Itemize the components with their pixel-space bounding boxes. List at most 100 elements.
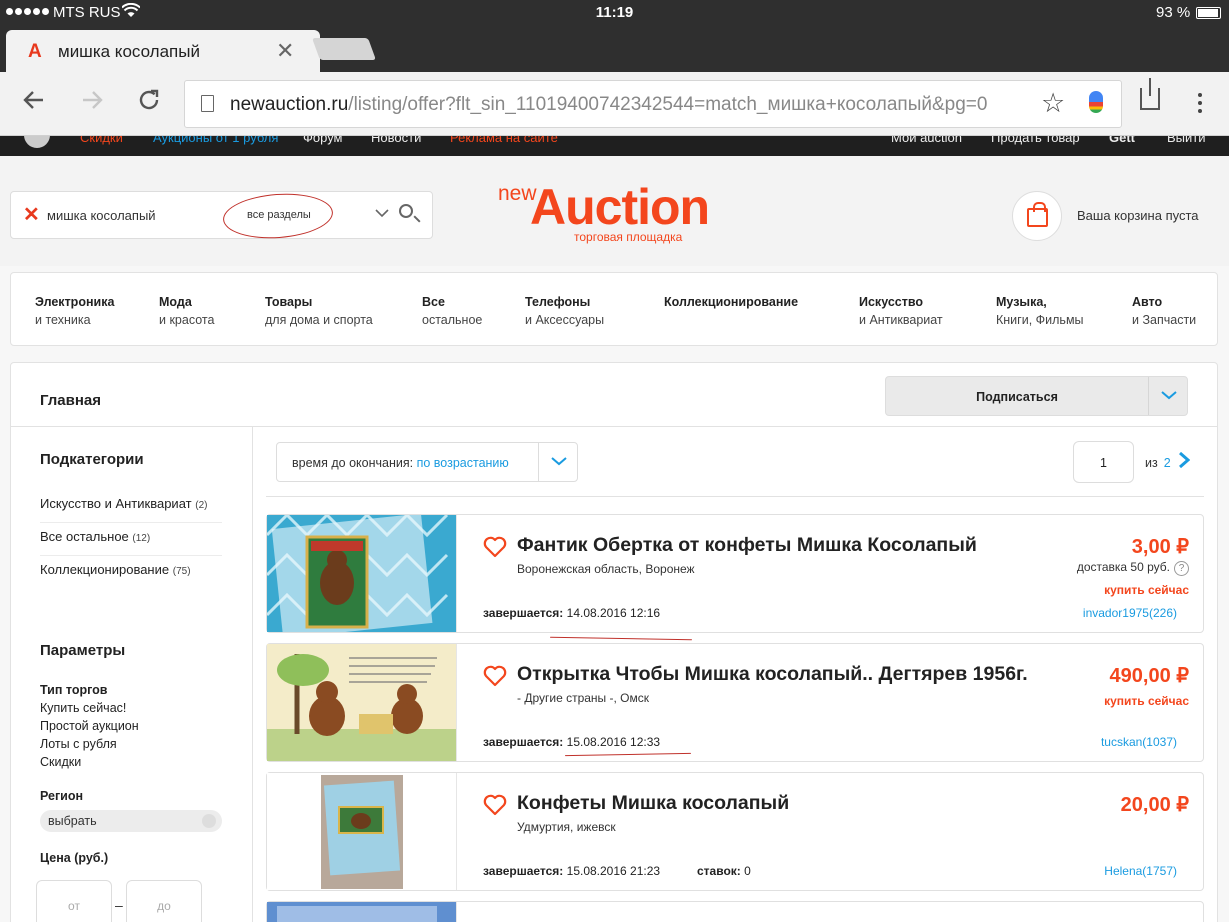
listing-image[interactable] bbox=[267, 515, 457, 632]
price-heading: Цена (руб.) bbox=[40, 851, 109, 865]
cart-status[interactable]: Ваша корзина пуста bbox=[1077, 208, 1199, 223]
page-number-input[interactable]: 1 bbox=[1073, 441, 1134, 483]
listing-card[interactable]: Открытка Чтобы Мишка косолапый.. Дегтяре… bbox=[266, 643, 1204, 762]
trade-type-discounts[interactable]: Скидки bbox=[40, 755, 81, 769]
category-auto[interactable]: Авто и Запчасти bbox=[1132, 293, 1196, 329]
category-collecting[interactable]: Коллекционирование bbox=[664, 293, 798, 311]
buy-now-link[interactable]: купить сейчас bbox=[1104, 583, 1189, 597]
region-heading: Регион bbox=[40, 789, 84, 803]
sort-select[interactable]: время до окончания: по возрастанию bbox=[276, 442, 578, 482]
listing-price: 490,00 ₽ bbox=[1109, 665, 1189, 687]
subcategory-item[interactable]: Все остальное (12) bbox=[40, 523, 222, 556]
listing-image[interactable] bbox=[267, 644, 457, 761]
browser-toolbar: newauction.ru/listing/offer?flt_sin_1101… bbox=[0, 72, 1229, 136]
listing-end-time: завершается: 14.08.2016 12:16 bbox=[483, 606, 661, 620]
nav-link-sell[interactable]: Продать товар bbox=[991, 136, 1080, 145]
back-arrow-icon[interactable] bbox=[22, 88, 46, 116]
category-media[interactable]: Музыка, Книги, Фильмы bbox=[996, 293, 1084, 329]
seller-link[interactable]: invador1975(226) bbox=[1083, 606, 1177, 620]
search-icon[interactable] bbox=[399, 204, 413, 218]
region-select[interactable]: выбрать bbox=[40, 810, 222, 832]
listing-card[interactable]: Конфеты Мишка косолапый Удмуртия, ижевск… bbox=[266, 772, 1204, 891]
reload-icon[interactable] bbox=[137, 88, 161, 116]
seller-link[interactable]: tucskan(1037) bbox=[1101, 735, 1177, 749]
nav-link-ads[interactable]: Реклама на сайте bbox=[450, 136, 558, 145]
divider bbox=[266, 496, 1204, 497]
buy-now-link[interactable]: купить сейчас bbox=[1104, 694, 1189, 708]
listing-end-time: завершается: 15.08.2016 21:23 bbox=[483, 864, 661, 878]
divider bbox=[11, 426, 1217, 427]
subscribe-label: Подписаться bbox=[976, 390, 1058, 404]
nav-link-user[interactable]: Gett bbox=[1109, 136, 1135, 145]
nav-link-news[interactable]: Новости bbox=[371, 136, 421, 145]
sort-label: время до окончания: по возрастанию bbox=[292, 456, 509, 470]
site-logo-icon[interactable] bbox=[24, 136, 50, 148]
search-box[interactable]: ✕ мишка косолапый все разделы bbox=[10, 190, 433, 242]
battery-icon bbox=[1196, 7, 1221, 19]
page-count: из 2 bbox=[1145, 456, 1171, 470]
category-art[interactable]: Искусство и Антиквариат bbox=[859, 293, 943, 329]
address-bar[interactable]: newauction.ru/listing/offer?flt_sin_1101… bbox=[184, 80, 1122, 128]
subcategories-heading: Подкатегории bbox=[40, 451, 144, 468]
site-favicon-icon: A bbox=[28, 41, 42, 62]
search-input[interactable]: мишка косолапый bbox=[47, 208, 156, 223]
bookmark-star-icon[interactable]: ☆ bbox=[1041, 88, 1065, 119]
listing-image[interactable] bbox=[267, 902, 457, 922]
listing-image[interactable] bbox=[267, 773, 457, 890]
ios-status-bar: MTS RUS 11:19 93 % bbox=[0, 0, 1229, 26]
category-electronics[interactable]: Электроника и техника bbox=[35, 293, 114, 329]
listing-delivery: доставка 50 руб.? bbox=[1077, 560, 1189, 576]
trade-type-buy-now[interactable]: Купить сейчас! bbox=[40, 701, 126, 715]
trade-type-simple[interactable]: Простой аукцион bbox=[40, 719, 139, 733]
listing-title[interactable]: Открытка Чтобы Мишка косолапый.. Дегтяре… bbox=[517, 663, 1028, 686]
browser-tab-active[interactable]: A мишка косолапый ✕ bbox=[6, 30, 320, 72]
seller-link[interactable]: Helena(1757) bbox=[1104, 864, 1177, 878]
help-icon[interactable]: ? bbox=[1174, 561, 1189, 576]
listing-title[interactable]: Конфеты Мишка косолапый bbox=[517, 792, 789, 815]
nav-link-discounts[interactable]: Скидки bbox=[80, 136, 123, 145]
share-icon[interactable] bbox=[1140, 78, 1160, 110]
site-top-nav: Скидки Аукционы от 1 рубля Форум Новости… bbox=[0, 136, 1229, 156]
clear-search-icon[interactable]: ✕ bbox=[23, 202, 40, 227]
favorite-heart-icon[interactable] bbox=[483, 794, 507, 818]
logo-tagline: торговая площадка bbox=[574, 230, 683, 244]
category-home[interactable]: Товары для дома и спорта bbox=[265, 293, 373, 329]
chevron-down-icon[interactable] bbox=[538, 443, 578, 481]
parameters-heading: Параметры bbox=[40, 642, 126, 659]
close-tab-icon[interactable]: ✕ bbox=[276, 38, 294, 64]
nav-link-auctions[interactable]: Аукционы от 1 рубля bbox=[153, 136, 278, 145]
next-page-icon[interactable] bbox=[1178, 449, 1191, 475]
logo-auction-text: Auction bbox=[530, 179, 710, 235]
microphone-icon[interactable] bbox=[1089, 91, 1103, 113]
search-section-select[interactable]: все разделы bbox=[247, 209, 311, 221]
more-menu-icon[interactable] bbox=[1198, 93, 1202, 113]
listing-card[interactable]: Фантик Обертка от конфеты Мишка Косолапы… bbox=[266, 514, 1204, 633]
listing-card[interactable] bbox=[266, 901, 1204, 922]
nav-link-forum[interactable]: Форум bbox=[303, 136, 343, 145]
favorite-heart-icon[interactable] bbox=[483, 536, 507, 560]
nav-link-my-auction[interactable]: Мой auction bbox=[891, 136, 962, 145]
forward-arrow-icon[interactable] bbox=[80, 88, 104, 116]
category-phones[interactable]: Телефоны и Аксессуары bbox=[525, 293, 604, 329]
url-text: newauction.ru/listing/offer?flt_sin_1101… bbox=[230, 94, 988, 115]
listing-location: Воронежская область, Воронеж bbox=[517, 562, 695, 576]
trade-type-ruble[interactable]: Лоты с рубля bbox=[40, 737, 117, 751]
favorite-heart-icon[interactable] bbox=[483, 665, 507, 689]
subcategory-item[interactable]: Искусство и Антиквариат (2) bbox=[40, 490, 222, 523]
listing-title[interactable]: Фантик Обертка от конфеты Мишка Косолапы… bbox=[517, 534, 977, 557]
subscribe-button[interactable]: Подписаться bbox=[885, 376, 1188, 416]
last-page-link[interactable]: 2 bbox=[1164, 456, 1171, 470]
shopping-bag-icon bbox=[1027, 202, 1048, 227]
category-fashion[interactable]: Мода и красота bbox=[159, 293, 214, 329]
nav-link-logout[interactable]: Выйти bbox=[1167, 136, 1206, 145]
new-tab-button[interactable] bbox=[311, 38, 377, 60]
cart-button[interactable] bbox=[1012, 191, 1062, 241]
category-other[interactable]: Все остальное bbox=[422, 293, 482, 329]
chevron-down-icon[interactable] bbox=[375, 205, 389, 223]
price-dash: – bbox=[115, 897, 123, 913]
price-from-input[interactable]: от bbox=[36, 880, 112, 922]
browser-tab-strip: A мишка косолапый ✕ bbox=[0, 26, 1229, 72]
subcategory-item[interactable]: Коллекционирование (75) bbox=[40, 556, 222, 589]
chevron-down-icon[interactable] bbox=[1148, 377, 1188, 415]
price-to-input[interactable]: до bbox=[126, 880, 202, 922]
